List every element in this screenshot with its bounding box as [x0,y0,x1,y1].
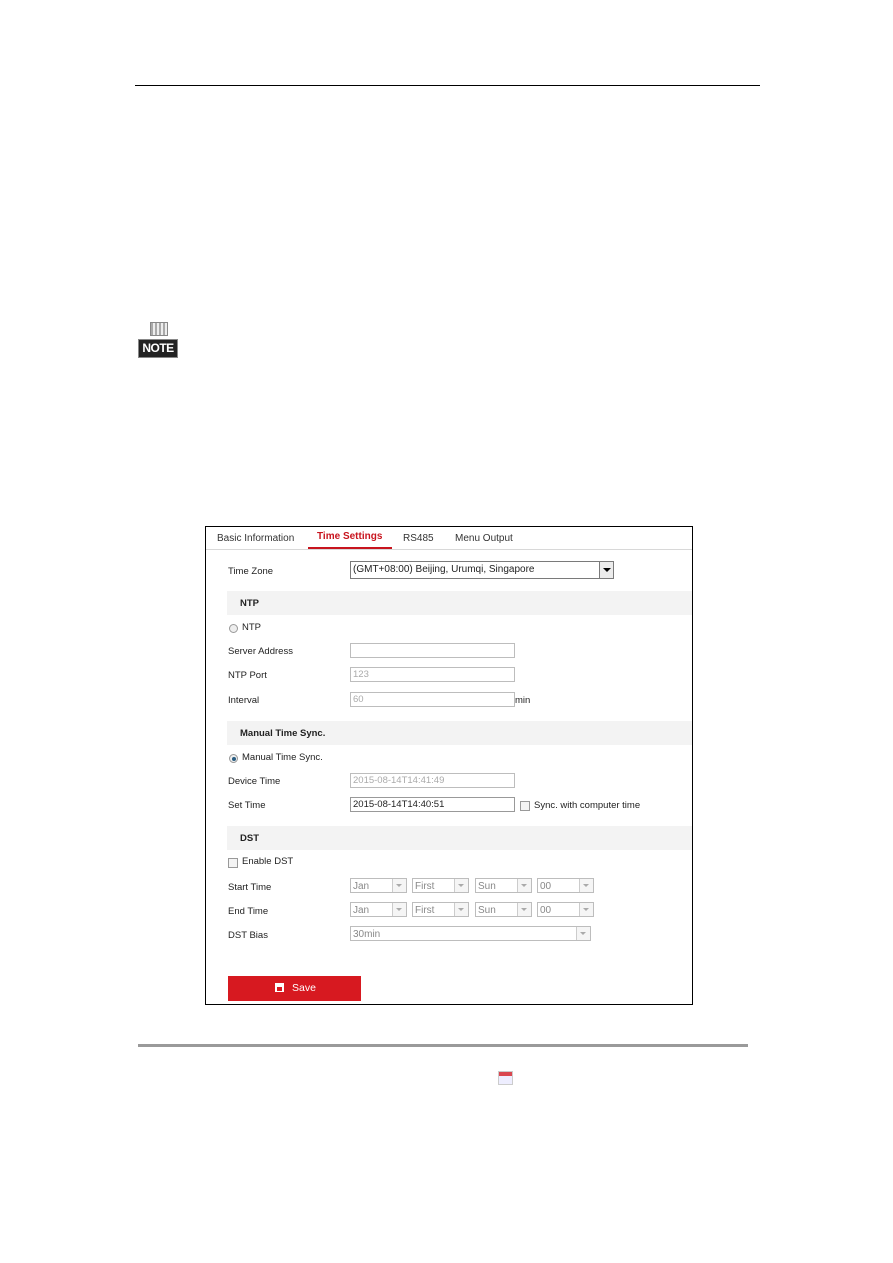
chevron-down-icon [579,903,593,916]
end-month-value: Jan [353,905,370,916]
end-week-value: First [415,905,435,916]
chevron-down-icon [517,903,531,916]
manual-sync-section-header: Manual Time Sync. [227,721,692,745]
start-day-select[interactable]: Sun [475,878,532,893]
end-hour-value: 00 [540,905,552,916]
tab-basic-information[interactable]: Basic Information [217,533,294,544]
ntp-port-input[interactable]: 123 [350,667,515,682]
note-icon: NOTE [138,322,178,358]
time-zone-label: Time Zone [228,566,274,577]
set-time-value: 2015-08-14T14:40:51 [353,799,445,810]
calendar-icon[interactable] [498,1071,513,1085]
start-week-select[interactable]: First [412,878,469,893]
set-time-label: Set Time [228,800,266,811]
chevron-down-icon[interactable] [599,562,613,578]
tab-menu-output[interactable]: Menu Output [455,533,513,544]
save-button[interactable]: Save [228,976,361,1001]
note-clip-graphic [150,322,168,336]
manual-sync-section-title: Manual Time Sync. [240,728,326,739]
ntp-section-title: NTP [240,598,259,609]
manual-sync-radio[interactable] [229,754,238,763]
start-time-label: Start Time [228,882,272,893]
start-hour-select[interactable]: 00 [537,878,594,893]
end-hour-select[interactable]: 00 [537,902,594,917]
device-time-input: 2015-08-14T14:41:49 [350,773,515,788]
ntp-radio-label: NTP [242,622,261,633]
server-address-label: Server Address [228,646,293,657]
dst-bias-value: 30min [353,929,381,940]
chevron-down-icon [454,903,468,916]
dst-bias-select[interactable]: 30min [350,926,591,941]
end-day-select[interactable]: Sun [475,902,532,917]
chevron-down-icon [517,879,531,892]
interval-label: Interval [228,695,260,706]
end-month-select[interactable]: Jan [350,902,407,917]
tab-bar: Basic Information Time Settings RS485 Me… [206,527,692,550]
end-day-value: Sun [478,905,496,916]
device-time-label: Device Time [228,776,281,787]
enable-dst-checkbox[interactable] [228,858,238,868]
end-week-select[interactable]: First [412,902,469,917]
sync-computer-time-checkbox[interactable] [520,801,530,811]
ntp-port-label: NTP Port [228,670,267,681]
start-hour-value: 00 [540,881,552,892]
time-zone-value: (GMT+08:00) Beijing, Urumqi, Singapore [353,564,535,575]
start-month-select[interactable]: Jan [350,878,407,893]
save-button-label: Save [292,982,316,994]
set-time-input[interactable]: 2015-08-14T14:40:51 [350,797,515,1085]
enable-dst-label: Enable DST [242,856,294,867]
chevron-down-icon [392,879,406,892]
chevron-down-icon [392,903,406,916]
ntp-section-header: NTP [227,591,692,615]
tab-time-settings[interactable]: Time Settings [317,531,382,542]
chevron-down-icon [454,879,468,892]
manual-sync-radio-label: Manual Time Sync. [242,752,323,763]
time-zone-select[interactable]: (GMT+08:00) Beijing, Urumqi, Singapore [350,561,614,579]
chevron-down-icon [576,927,590,940]
dst-section-title: DST [240,833,259,844]
note-label: NOTE [138,339,178,358]
header-rule [135,85,760,86]
tab-rs485[interactable]: RS485 [403,533,434,544]
active-tab-indicator [308,547,392,549]
footer-rule [138,1044,748,1047]
dst-section-header: DST [227,826,692,850]
start-month-value: Jan [353,881,370,892]
time-settings-screenshot: Basic Information Time Settings RS485 Me… [205,526,693,1085]
dst-bias-label: DST Bias [228,930,268,941]
sync-computer-time-label: Sync. with computer time [534,800,641,811]
floppy-disk-icon [275,983,284,992]
chevron-down-icon [579,879,593,892]
server-address-input[interactable] [350,643,515,658]
interval-input[interactable]: 60 [350,692,515,707]
start-week-value: First [415,881,435,892]
interval-unit: min [515,695,531,706]
ntp-radio[interactable] [229,624,238,633]
end-time-label: End Time [228,906,269,917]
start-day-value: Sun [478,881,496,892]
